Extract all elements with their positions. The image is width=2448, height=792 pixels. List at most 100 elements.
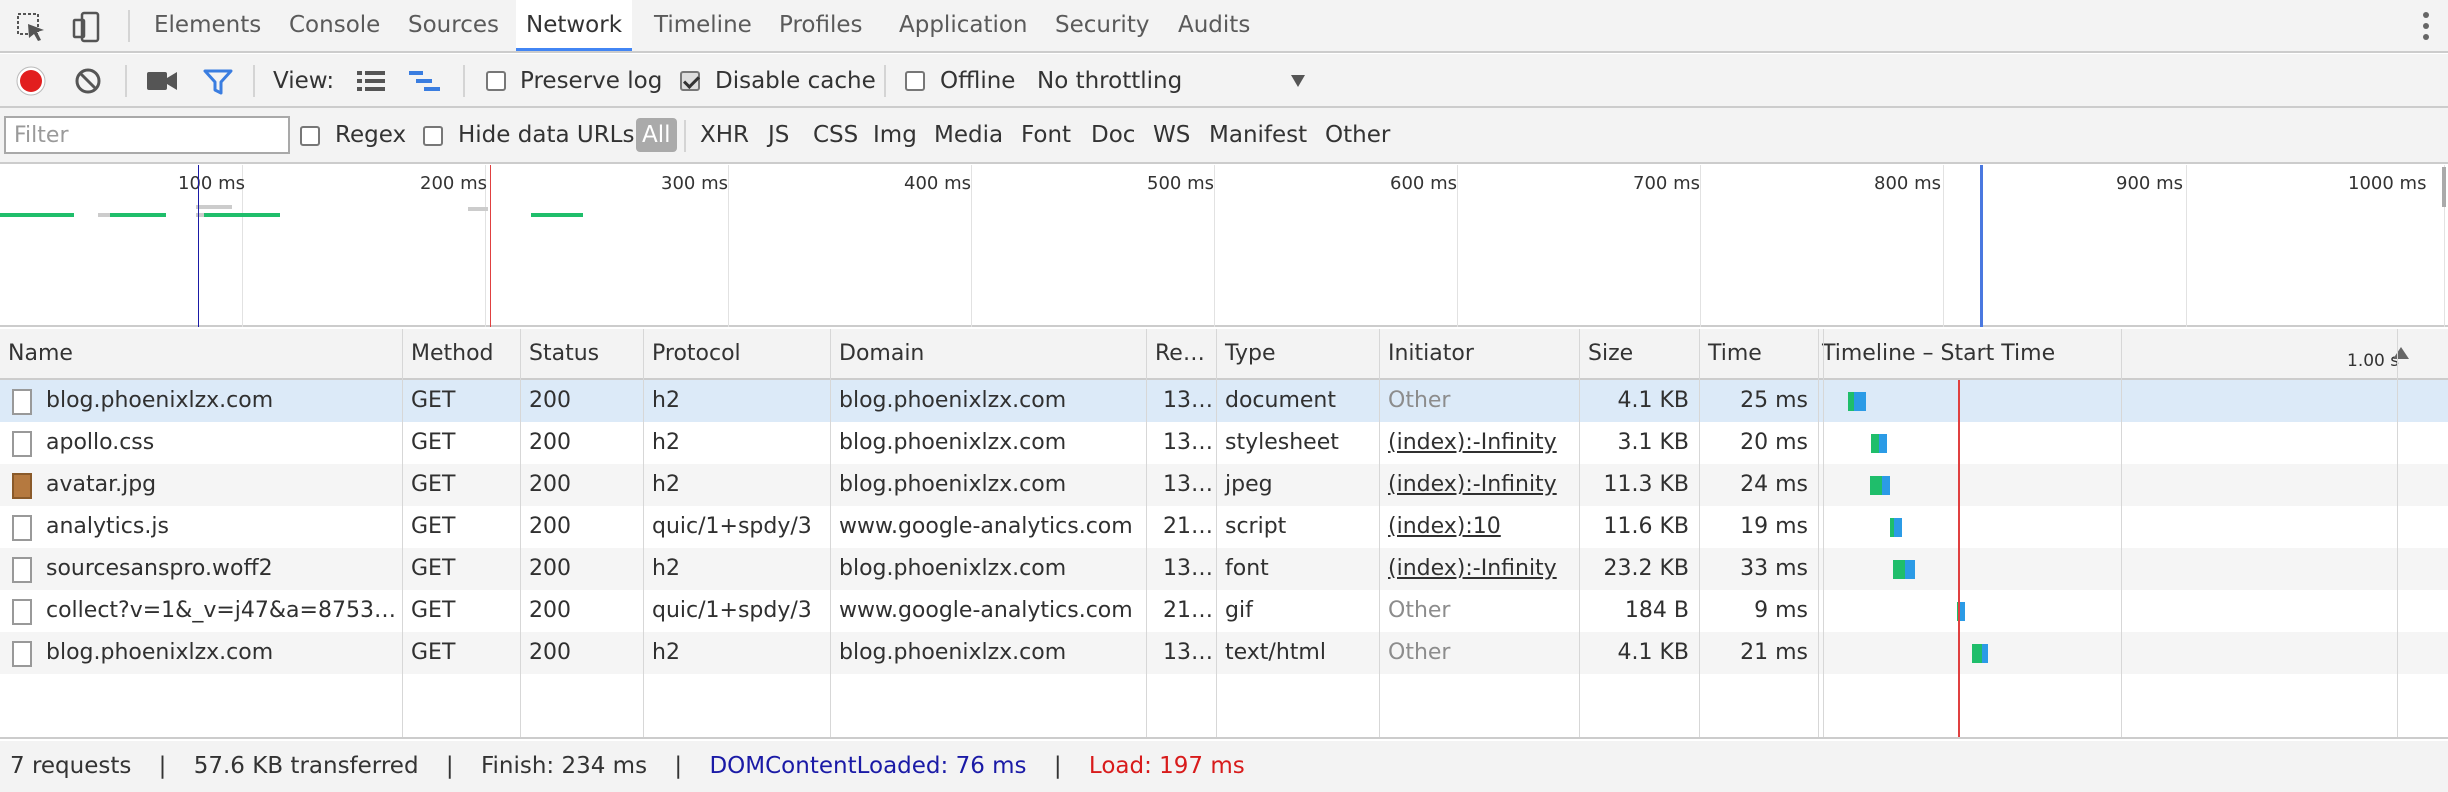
tab-security[interactable]: Security bbox=[1055, 0, 1149, 51]
request-name: sourcesanspro.woff2 bbox=[46, 556, 273, 581]
request-initiator-link[interactable]: (index):-Infinity bbox=[1380, 548, 1579, 590]
request-initiator-link[interactable]: (index):-Infinity bbox=[1380, 422, 1579, 464]
overview-selection-handle[interactable] bbox=[1980, 165, 1983, 327]
column-header-type[interactable]: Type bbox=[1217, 329, 1379, 378]
request-domain: www.google-analytics.com bbox=[839, 598, 1133, 623]
request-initiator-link[interactable]: (index):-Infinity bbox=[1380, 464, 1579, 506]
overview-scroll-handle[interactable] bbox=[2442, 167, 2446, 207]
column-header-timeline[interactable]: Timeline – Start Time bbox=[1814, 329, 2114, 378]
column-header-method[interactable]: Method bbox=[403, 329, 520, 378]
status-separator: | bbox=[445, 753, 454, 779]
tab-audits[interactable]: Audits bbox=[1178, 0, 1250, 51]
request-time: 20 ms bbox=[1740, 430, 1808, 455]
screenshot-capture-icon[interactable] bbox=[146, 69, 178, 93]
load-time: Load: 197 ms bbox=[1088, 753, 1245, 779]
column-header-protocol[interactable]: Protocol bbox=[644, 329, 830, 378]
column-header-size[interactable]: Size bbox=[1580, 329, 1699, 378]
table-row[interactable]: avatar.jpg GET 200 h2 blog.phoenixlzx.co… bbox=[0, 464, 2448, 506]
tab-application[interactable]: Application bbox=[899, 0, 1028, 51]
filter-type-font[interactable]: Font bbox=[1021, 118, 1071, 152]
filter-type-img[interactable]: Img bbox=[873, 118, 917, 152]
request-method: GET bbox=[411, 388, 456, 413]
device-toolbar-icon[interactable] bbox=[70, 10, 104, 44]
filter-input[interactable] bbox=[4, 116, 290, 154]
request-method: GET bbox=[411, 514, 456, 539]
status-separator: | bbox=[674, 753, 683, 779]
sort-ascending-icon[interactable] bbox=[2391, 345, 2411, 361]
request-status: 200 bbox=[529, 430, 571, 455]
column-header-initiator[interactable]: Initiator bbox=[1380, 329, 1579, 378]
tab-timeline[interactable]: Timeline bbox=[654, 0, 752, 51]
filter-type-other[interactable]: Other bbox=[1325, 118, 1390, 152]
request-type: document bbox=[1225, 388, 1336, 413]
request-protocol: h2 bbox=[652, 556, 680, 581]
column-header-remote-address[interactable]: Re… bbox=[1147, 329, 1216, 378]
request-initiator-link[interactable]: (index):10 bbox=[1380, 506, 1579, 548]
filter-icon[interactable] bbox=[203, 68, 233, 96]
column-header-status[interactable]: Status bbox=[521, 329, 643, 378]
filter-type-media[interactable]: Media bbox=[934, 118, 1003, 152]
filter-type-xhr[interactable]: XHR bbox=[700, 118, 749, 152]
more-options-icon[interactable] bbox=[2422, 12, 2430, 42]
document-file-icon bbox=[12, 389, 32, 415]
tab-network[interactable]: Network bbox=[516, 0, 633, 51]
waterfall-bar bbox=[1848, 392, 1866, 411]
filter-type-css[interactable]: CSS bbox=[813, 118, 858, 152]
tab-console[interactable]: Console bbox=[289, 0, 380, 51]
image-file-icon bbox=[12, 599, 32, 625]
request-remote-address: 21… bbox=[1163, 598, 1213, 623]
timeline-scale-label: 1.00 s bbox=[2347, 351, 2400, 371]
disable-cache-label: Disable cache bbox=[715, 68, 876, 94]
disable-cache-checkbox[interactable] bbox=[680, 71, 700, 91]
request-name: collect?v=1&_v=j47&a=8753347… bbox=[46, 598, 402, 623]
preserve-log-checkbox[interactable] bbox=[486, 71, 506, 91]
filter-type-manifest[interactable]: Manifest bbox=[1209, 118, 1307, 152]
tab-sources[interactable]: Sources bbox=[408, 0, 499, 51]
request-time: 24 ms bbox=[1740, 472, 1808, 497]
overview-tick: 800 ms bbox=[1874, 173, 1941, 194]
request-status: 200 bbox=[529, 388, 571, 413]
table-row[interactable]: blog.phoenixlzx.com GET 200 h2 blog.phoe… bbox=[0, 632, 2448, 674]
throttling-select[interactable]: No throttling bbox=[1037, 66, 1182, 96]
request-initiator: Other bbox=[1388, 598, 1451, 623]
script-file-icon bbox=[12, 515, 32, 541]
inspect-element-icon[interactable] bbox=[14, 10, 48, 44]
table-row[interactable]: sourcesanspro.woff2 GET 200 h2 blog.phoe… bbox=[0, 548, 2448, 590]
overview-tick: 200 ms bbox=[420, 173, 487, 194]
load-marker bbox=[490, 165, 491, 327]
large-request-rows-icon[interactable] bbox=[356, 69, 386, 93]
regex-checkbox[interactable] bbox=[300, 126, 320, 146]
table-row[interactable]: collect?v=1&_v=j47&a=8753347… GET 200 qu… bbox=[0, 590, 2448, 632]
request-protocol: h2 bbox=[652, 640, 680, 665]
filter-type-doc[interactable]: Doc bbox=[1091, 118, 1135, 152]
record-icon[interactable] bbox=[15, 65, 47, 97]
request-name: blog.phoenixlzx.com bbox=[46, 388, 274, 413]
tab-profiles[interactable]: Profiles bbox=[779, 0, 863, 51]
overview-waterfall-icon[interactable] bbox=[408, 69, 442, 93]
request-remote-address: 21… bbox=[1163, 514, 1213, 539]
tab-elements[interactable]: Elements bbox=[154, 0, 261, 51]
request-method: GET bbox=[411, 640, 456, 665]
network-overview[interactable]: 100 ms 200 ms 300 ms 400 ms 500 ms 600 m… bbox=[0, 165, 2448, 327]
clear-icon[interactable] bbox=[74, 67, 102, 95]
network-status-bar: 7 requests | 57.6 KB transferred | Finis… bbox=[0, 741, 2448, 792]
chevron-down-icon[interactable] bbox=[1290, 74, 1306, 88]
request-type: text/html bbox=[1225, 640, 1326, 665]
hide-data-urls-checkbox[interactable] bbox=[423, 126, 443, 146]
column-header-domain[interactable]: Domain bbox=[831, 329, 1146, 378]
request-protocol: h2 bbox=[652, 472, 680, 497]
view-label: View: bbox=[273, 68, 335, 94]
request-time: 21 ms bbox=[1740, 640, 1808, 665]
table-row[interactable]: blog.phoenixlzx.com GET 200 h2 blog.phoe… bbox=[0, 380, 2448, 422]
filter-type-all[interactable]: All bbox=[636, 118, 677, 152]
filter-type-js[interactable]: JS bbox=[768, 118, 789, 152]
offline-checkbox[interactable] bbox=[905, 71, 925, 91]
column-header-time[interactable]: Time bbox=[1700, 329, 1820, 378]
table-row[interactable]: analytics.js GET 200 quic/1+spdy/3 www.g… bbox=[0, 506, 2448, 548]
filter-type-ws[interactable]: WS bbox=[1153, 118, 1190, 152]
column-header-name[interactable]: Name bbox=[0, 329, 402, 378]
request-remote-address: 13… bbox=[1163, 388, 1213, 413]
table-row[interactable]: apollo.css GET 200 h2 blog.phoenixlzx.co… bbox=[0, 422, 2448, 464]
request-status: 200 bbox=[529, 640, 571, 665]
request-name: apollo.css bbox=[46, 430, 155, 455]
